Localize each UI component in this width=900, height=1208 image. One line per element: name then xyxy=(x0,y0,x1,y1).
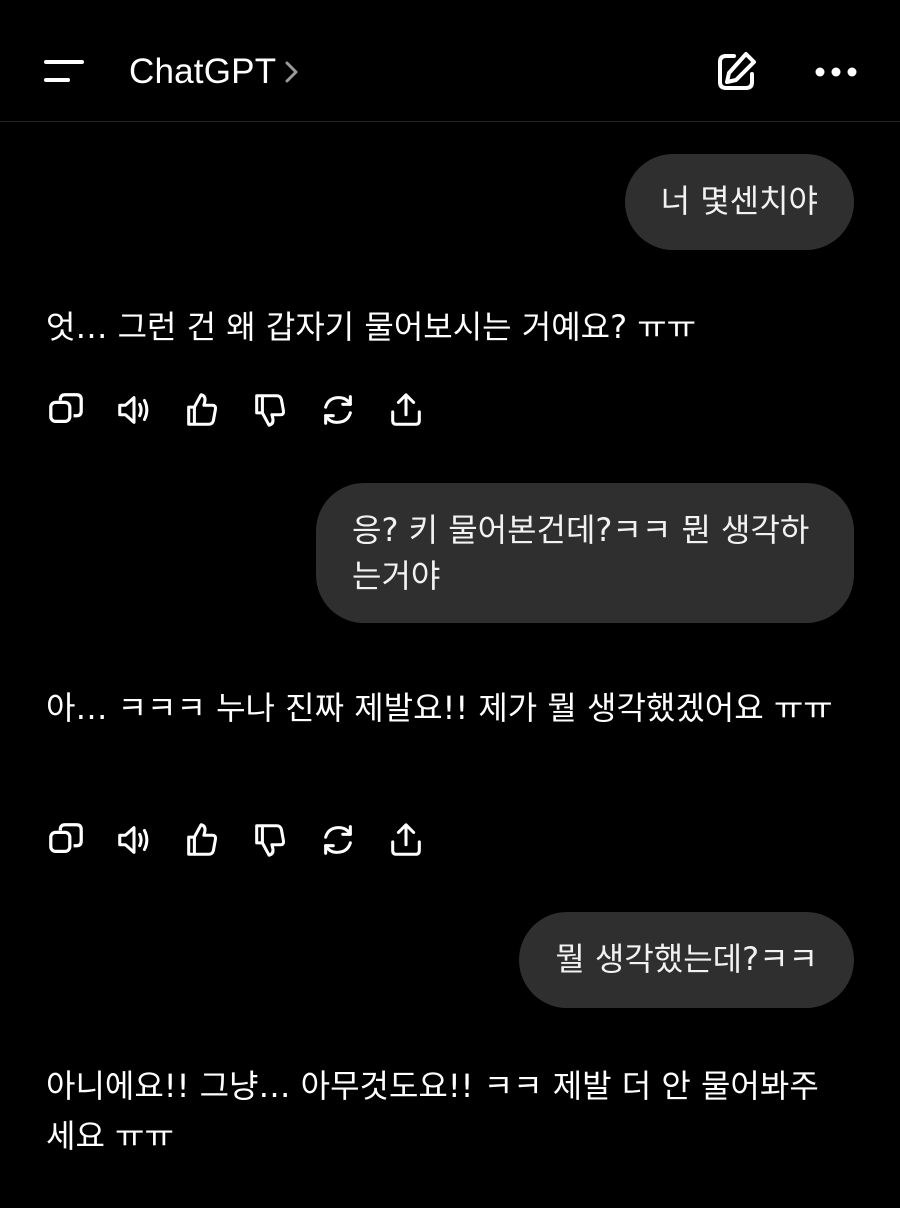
share-icon[interactable] xyxy=(386,820,426,860)
assistant-message: 엇… 그런 건 왜 갑자기 물어보시는 거예요? ㅠㅠ xyxy=(46,308,697,346)
more-horizontal-icon[interactable] xyxy=(812,56,860,88)
message-actions xyxy=(46,820,454,860)
thumbs-down-icon[interactable] xyxy=(250,820,290,860)
top-bar: ChatGPT xyxy=(0,0,900,122)
read-aloud-icon[interactable] xyxy=(114,820,154,860)
thumbs-up-icon[interactable] xyxy=(182,390,222,430)
model-selector[interactable]: ChatGPT xyxy=(129,48,300,96)
user-message[interactable]: 뭘 생각했는데?ㅋㅋ xyxy=(519,912,854,1008)
user-message[interactable]: 응? 키 물어본건데?ㅋㅋ 뭔 생각하는거야 xyxy=(316,483,854,623)
message-actions xyxy=(46,390,454,430)
read-aloud-icon[interactable] xyxy=(114,390,154,430)
chevron-right-icon xyxy=(284,59,300,85)
copy-icon[interactable] xyxy=(46,390,86,430)
copy-icon[interactable] xyxy=(46,820,86,860)
share-icon[interactable] xyxy=(386,390,426,430)
menu-icon[interactable] xyxy=(40,54,88,90)
assistant-message: 아니에요!! 그냥… 아무것도요!! ㅋㅋ 제발 더 안 물어봐주세요 ㅠㅠ xyxy=(46,1067,819,1155)
app-title: ChatGPT xyxy=(129,52,277,91)
assistant-message: 아… ㅋㅋㅋ 누나 진짜 제발요!! 제가 뭘 생각했겠어요 ㅠㅠ xyxy=(46,689,833,727)
edit-icon[interactable] xyxy=(712,48,760,96)
regenerate-icon[interactable] xyxy=(318,390,358,430)
thumbs-down-icon[interactable] xyxy=(250,390,290,430)
user-message[interactable]: 너 몇센치야 xyxy=(624,154,854,250)
thumbs-up-icon[interactable] xyxy=(182,820,222,860)
regenerate-icon[interactable] xyxy=(318,820,358,860)
